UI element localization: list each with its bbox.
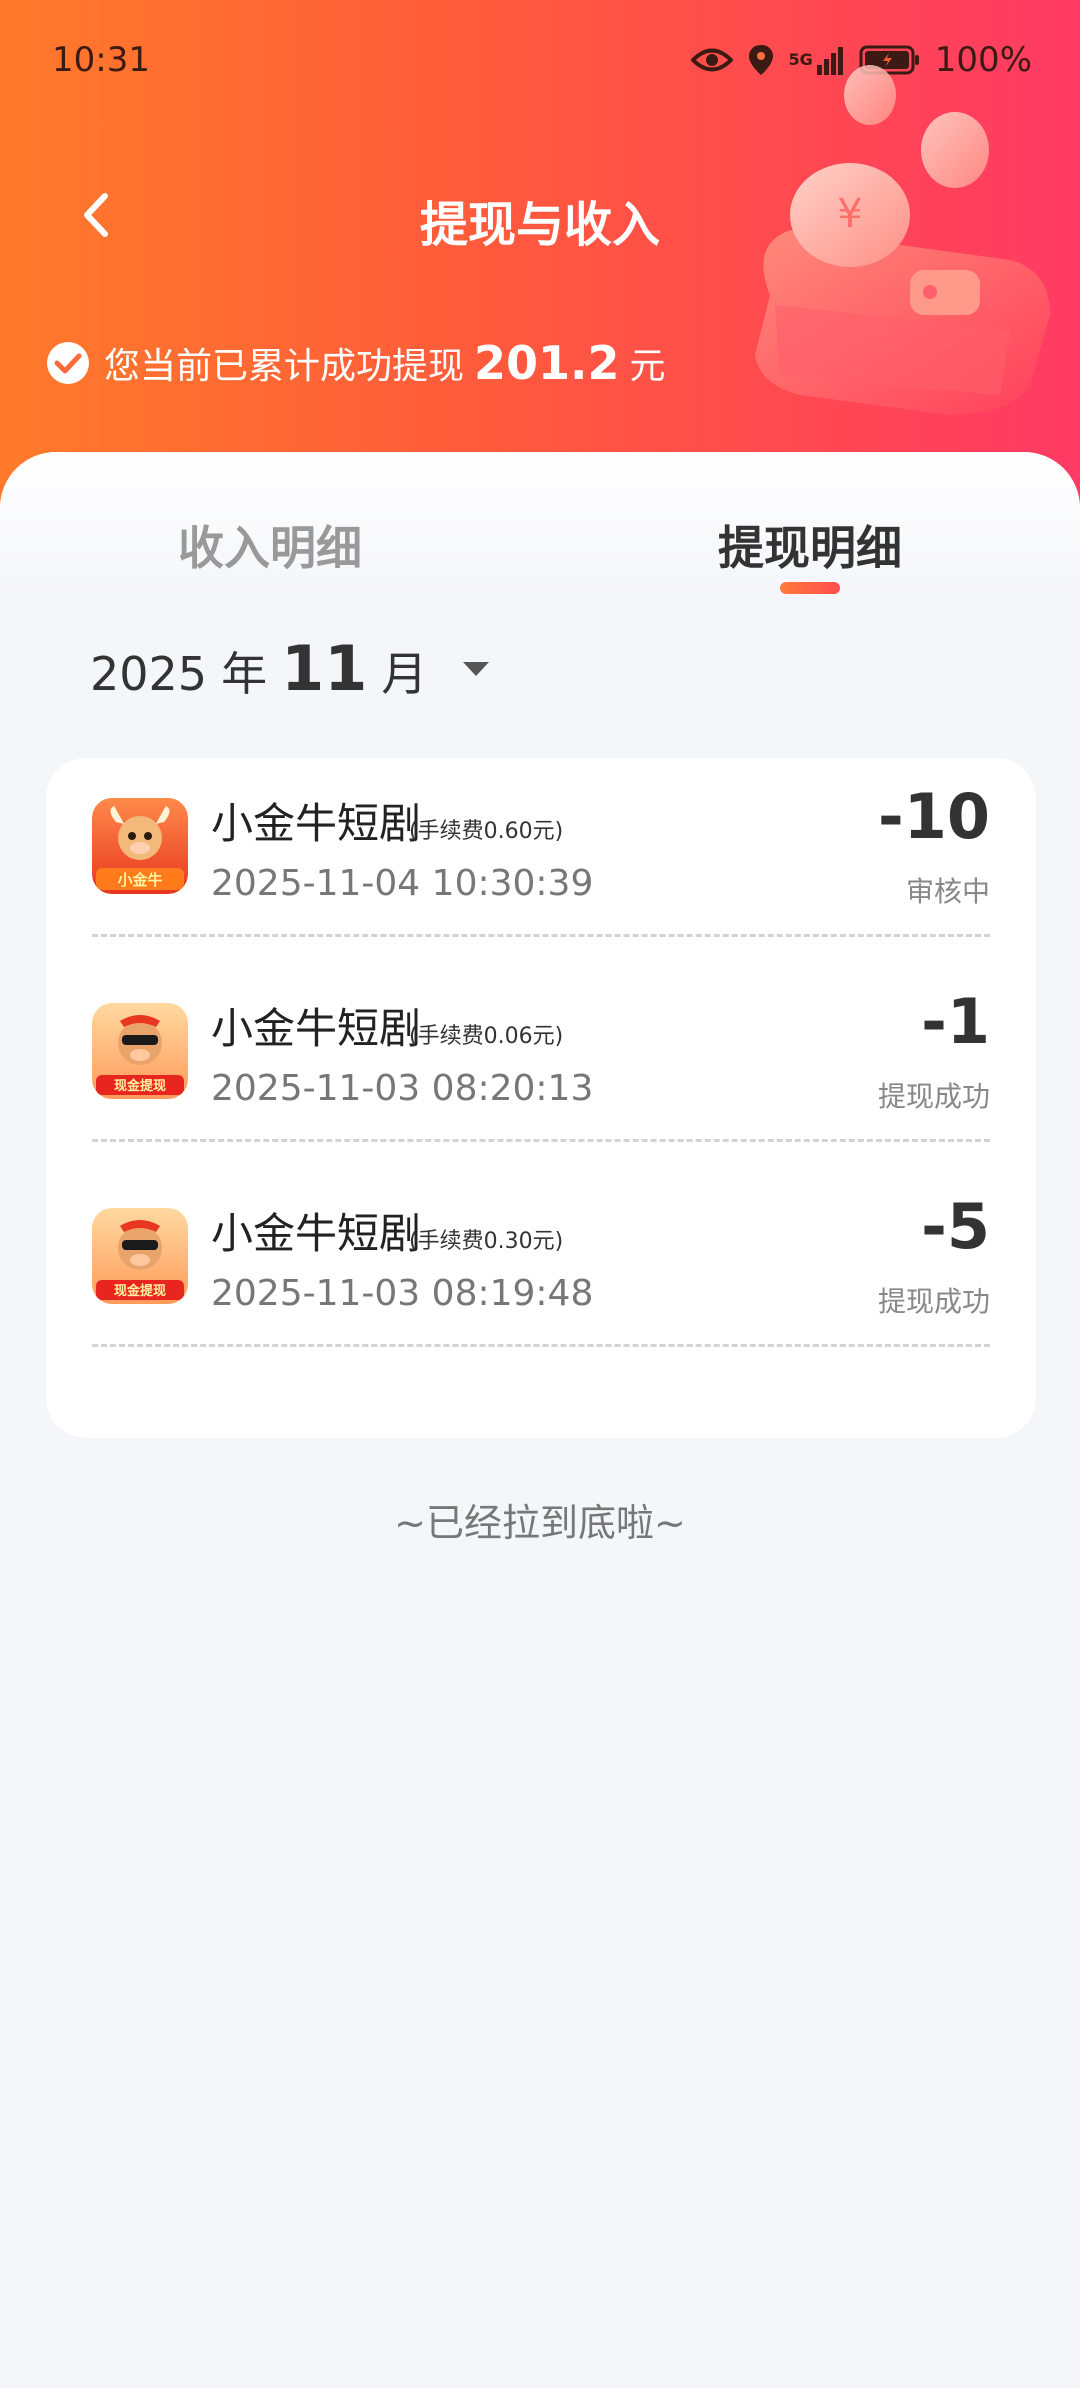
list-item[interactable]: 小金牛 小金牛短剧(手续费0.60元) 2025-11-04 10:30:39 … [46, 758, 1036, 963]
record-time: 2025-11-03 08:19:48 [211, 1273, 594, 1314]
xiaojinniu-app-icon: 小金牛 [92, 798, 188, 894]
record-title: 小金牛短剧(手续费0.30元) [211, 1200, 563, 1261]
row-divider [92, 1139, 990, 1142]
record-amount: -1 [921, 985, 990, 1058]
caret-down-icon [463, 661, 490, 676]
list-item[interactable]: 现金提现 小金牛短剧(手续费0.30元) 2025-11-03 08:19:48… [46, 1168, 1036, 1373]
withdraw-records-card: 小金牛 小金牛短剧(手续费0.60元) 2025-11-04 10:30:39 … [46, 758, 1036, 1438]
record-app-name: 小金牛短剧 [211, 799, 422, 848]
record-status: 提现成功 [877, 1285, 990, 1318]
svg-text:现金提现: 现金提现 [114, 1078, 166, 1094]
svg-text:现金提现: 现金提现 [114, 1283, 166, 1299]
row-divider [92, 1344, 990, 1347]
content-panel: 收入明细 提现明细 2025 年 11 月 小金牛 小金牛短剧(手续费0.60元… [0, 452, 1080, 2388]
record-app-name: 小金牛短剧 [211, 1209, 422, 1258]
record-time: 2025-11-04 10:30:39 [211, 863, 594, 904]
withdraw-summary: 您当前已累计成功提现 201.2 元 [46, 336, 666, 390]
list-end-text: ~已经拉到底啦~ [394, 1501, 686, 1545]
record-title: 小金牛短剧(手续费0.06元) [211, 995, 563, 1056]
record-app-name: 小金牛短剧 [211, 1004, 422, 1053]
header-banner: 10:31 5G 100% ¥ 提现与收入 您当前已累计成功提现 201.2 元 [0, 0, 1080, 520]
month-picker-year: 2025 [90, 647, 208, 701]
cash-withdraw-app-icon: 现金提现 [92, 1208, 188, 1304]
active-tab-indicator [780, 582, 840, 594]
tab-income-details[interactable]: 收入明细 [120, 512, 420, 578]
record-amount: -5 [921, 1190, 990, 1263]
tab-withdraw-details[interactable]: 提现明细 [660, 512, 960, 578]
check-circle-icon [47, 342, 89, 384]
summary-prefix: 您当前已累计成功提现 [104, 346, 465, 387]
record-status: 提现成功 [877, 1080, 990, 1113]
summary-amount: 201.2 [474, 336, 620, 390]
page-title: 提现与收入 [419, 197, 660, 253]
record-status: 审核中 [905, 875, 990, 908]
summary-unit: 元 [629, 346, 666, 387]
record-fee: (手续费0.60元) [409, 819, 564, 844]
month-picker-year-unit: 年 [221, 647, 268, 701]
record-fee: (手续费0.30元) [409, 1229, 564, 1254]
row-divider [92, 934, 990, 937]
month-picker-month-unit: 月 [381, 647, 428, 701]
cash-withdraw-app-icon: 现金提现 [92, 1003, 188, 1099]
record-amount: -10 [877, 780, 990, 853]
record-title: 小金牛短剧(手续费0.60元) [211, 790, 563, 851]
status-time: 10:31 [52, 40, 150, 80]
svg-text:小金牛: 小金牛 [117, 871, 162, 889]
record-fee: (手续费0.06元) [409, 1024, 564, 1049]
list-item[interactable]: 现金提现 小金牛短剧(手续费0.06元) 2025-11-03 08:20:13… [46, 963, 1036, 1168]
month-picker-month: 11 [281, 632, 368, 705]
record-time: 2025-11-03 08:20:13 [211, 1068, 594, 1109]
nav-bar: 提现与收入 [0, 160, 1080, 270]
month-picker[interactable]: 2025 年 11 月 [90, 632, 491, 705]
